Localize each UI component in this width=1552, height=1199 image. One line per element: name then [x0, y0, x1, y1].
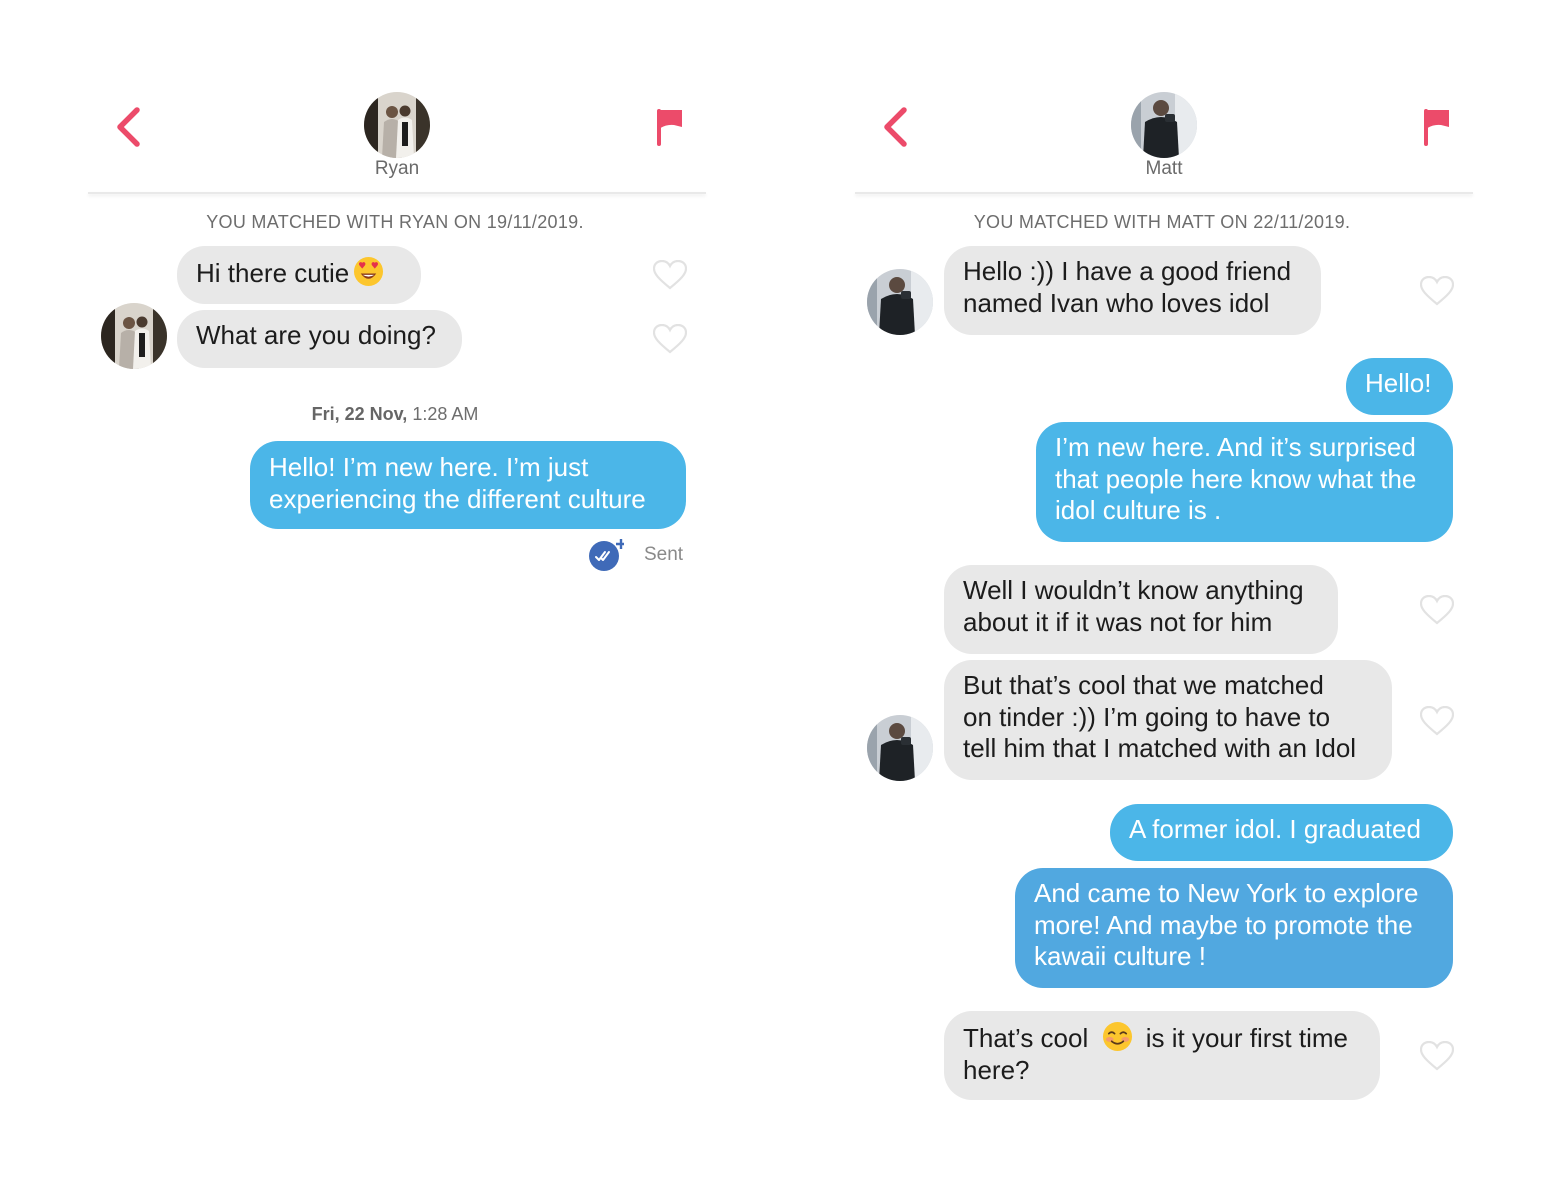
- flag-icon: [657, 109, 682, 146]
- smiling-blush-emoji: [1102, 1021, 1132, 1052]
- read-receipt-icon[interactable]: [588, 537, 624, 573]
- chat-header: Ryan: [84, 0, 706, 196]
- message-text: Hi there cutie: [196, 258, 350, 288]
- message-line: Hello :)) I have a good friend: [963, 256, 1292, 286]
- back-button[interactable]: [873, 104, 917, 150]
- like-heart-icon[interactable]: [1420, 706, 1454, 736]
- back-button[interactable]: [106, 104, 150, 150]
- message-line: about it if it was not for him: [963, 606, 1273, 637]
- message-line: Hello!: [1365, 368, 1432, 398]
- message-bubble-outgoing[interactable]: Hello! I’m new here. I’m just experienci…: [250, 441, 686, 529]
- message-line: idol culture is .: [1055, 495, 1222, 525]
- message-line: Hello! I’m new here. I’m just: [269, 452, 589, 482]
- chevron-left-icon: [117, 107, 140, 147]
- message-bubble-incoming[interactable]: Hello :)) I have a good friend named Iva…: [944, 246, 1321, 335]
- message-line: experiencing the different culture: [269, 483, 646, 514]
- match-notice: YOU MATCHED WITH MATT ON 22/11/2019.: [973, 212, 1351, 232]
- message-timestamp: Fri, 22 Nov, 1:28 AM: [84, 404, 706, 425]
- message-line: named Ivan who loves idol: [963, 287, 1270, 318]
- timestamp-time: 1:28 AM: [412, 404, 479, 424]
- contact-name: Ryan: [374, 158, 420, 179]
- message-bubble-incoming[interactable]: But that’s cool that we matched on tinde…: [944, 660, 1392, 780]
- message-line: more! And maybe to promote the: [1034, 909, 1413, 940]
- flag-icon: [1424, 109, 1449, 146]
- message-bubble-incoming[interactable]: That’s cool is it your first time here?: [944, 1011, 1380, 1100]
- message-line: on tinder :)) I’m going to have to: [963, 701, 1331, 732]
- message-avatar[interactable]: [867, 269, 933, 335]
- chat-header: Matt: [851, 0, 1473, 196]
- match-notice: YOU MATCHED WITH RYAN ON 19/11/2019.: [206, 212, 584, 232]
- message-text: is it your first time: [1145, 1023, 1348, 1053]
- timestamp-day: Fri, 22 Nov,: [311, 404, 408, 424]
- report-flag-button[interactable]: [650, 104, 690, 150]
- chat-panel-ryan: Ryan YOU MATCHED WITH RYAN ON 19/11/2019…: [84, 0, 724, 1199]
- like-heart-icon[interactable]: [1420, 595, 1454, 625]
- message-line: here?: [963, 1054, 1030, 1085]
- contact-name: Matt: [1145, 158, 1183, 179]
- message-bubble-outgoing[interactable]: A former idol. I graduated: [1110, 804, 1453, 861]
- heart-eyes-emoji: [354, 256, 384, 287]
- message-line: that people here know what the: [1055, 463, 1417, 494]
- like-heart-icon[interactable]: [1420, 276, 1454, 306]
- chevron-left-icon: [884, 107, 907, 147]
- contact-avatar[interactable]: [1131, 92, 1197, 158]
- message-bubble-outgoing[interactable]: I’m new here. And it’s surprised that pe…: [1036, 422, 1453, 542]
- message-line: And came to New York to explore: [1034, 878, 1419, 908]
- like-heart-icon[interactable]: [1420, 1041, 1454, 1071]
- contact-avatar[interactable]: [364, 92, 430, 158]
- message-line: A former idol. I graduated: [1129, 814, 1421, 844]
- like-heart-icon[interactable]: [653, 324, 687, 354]
- message-line: Well I wouldn’t know anything: [963, 575, 1304, 605]
- chat-panel-matt: Matt YOU MATCHED WITH MATT ON 22/11/2019…: [851, 0, 1491, 1199]
- message-bubble-outgoing[interactable]: And came to New York to explore more! An…: [1015, 868, 1453, 988]
- message-bubble-incoming[interactable]: Hi there cutie: [177, 246, 421, 304]
- message-text: That’s cool: [963, 1023, 1089, 1053]
- message-text: What are you doing?: [196, 320, 436, 350]
- message-bubble-outgoing[interactable]: Hello!: [1346, 358, 1453, 415]
- message-line: tell him that I matched with an Idol: [963, 733, 1357, 763]
- message-line: But that’s cool that we matched: [963, 670, 1324, 700]
- message-avatar[interactable]: [101, 303, 167, 369]
- message-bubble-incoming[interactable]: Well I wouldn’t know anything about it i…: [944, 565, 1338, 654]
- message-status: Sent: [644, 544, 684, 565]
- report-flag-button[interactable]: [1417, 104, 1457, 150]
- message-line: kawaii culture !: [1034, 941, 1206, 971]
- header-divider: [855, 192, 1473, 194]
- message-bubble-incoming[interactable]: What are you doing?: [177, 310, 462, 368]
- message-avatar[interactable]: [867, 715, 933, 781]
- message-line: I’m new here. And it’s surprised: [1055, 432, 1416, 462]
- header-divider: [88, 192, 706, 194]
- like-heart-icon[interactable]: [653, 260, 687, 290]
